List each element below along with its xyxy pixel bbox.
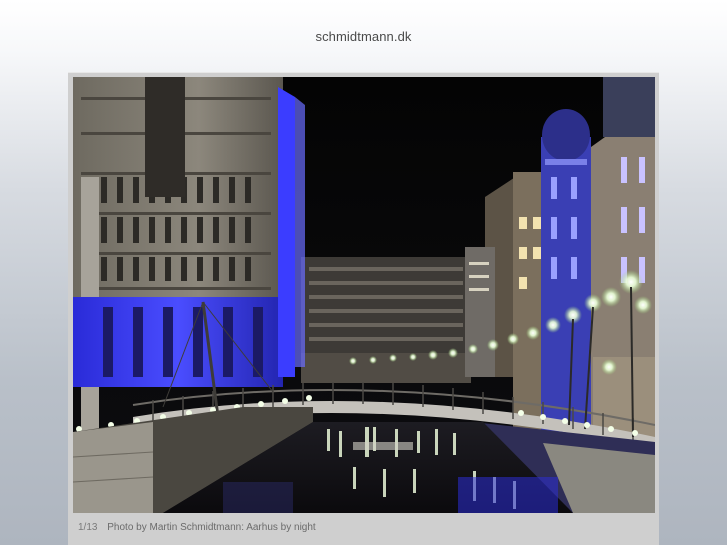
photo-caption: Photo by Martin Schmidtmann: Aarhus by n… bbox=[107, 522, 316, 533]
aarhus-night-photo bbox=[73, 77, 655, 513]
photo-caption-bar: 1/13 Photo by Martin Schmidtmann: Aarhus… bbox=[78, 522, 316, 533]
gallery-photo[interactable] bbox=[73, 77, 655, 513]
distant-building bbox=[301, 257, 471, 383]
photo-counter: 1/13 bbox=[78, 522, 98, 533]
site-title[interactable]: schmidtmann.dk bbox=[0, 29, 727, 44]
